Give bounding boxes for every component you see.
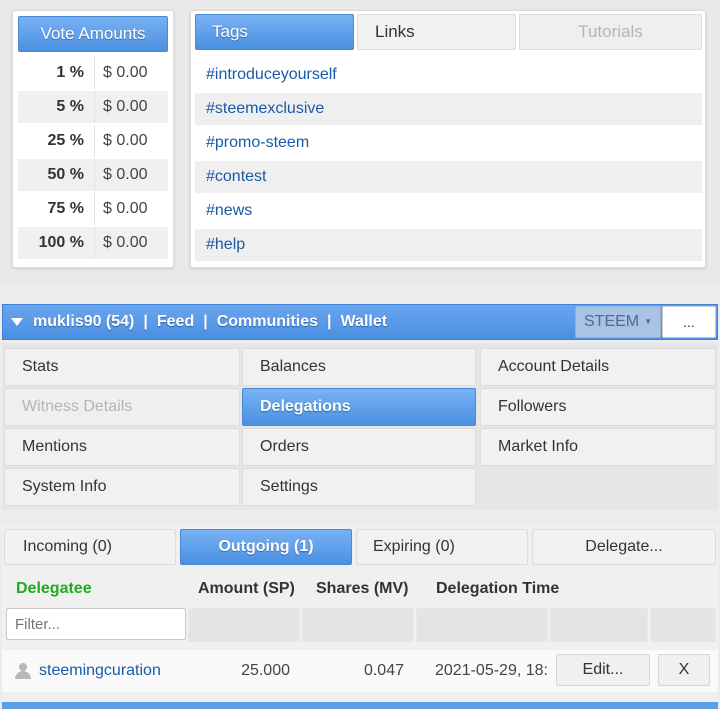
vote-row: 100 % $ 0.00 [18,227,168,259]
tag-link[interactable]: #steemexclusive [195,93,702,125]
vote-percent: 1 % [18,57,95,89]
amount-cell: 25.000 [241,662,290,679]
bottom-bar [2,702,718,709]
tag-link[interactable]: #promo-steem [195,127,702,159]
tab-tutorials: Tutorials [519,14,702,50]
tab-outgoing[interactable]: Outgoing (1) [180,529,352,565]
tab-links[interactable]: Links [357,14,516,50]
delegatee-link[interactable]: steemingcuration [39,650,161,692]
vote-amount: $ 0.00 [103,132,148,149]
account-user-link[interactable]: muklis90 (54) [33,313,134,331]
vote-percent: 50 % [18,159,95,191]
menu-stats[interactable]: Stats [4,348,240,386]
vote-row: 25 % $ 0.00 [18,125,168,157]
delegation-time-cell: 2021-05-29, 18: [435,662,547,679]
column-header-amount[interactable]: Amount (SP) [198,569,295,609]
filter-cell [650,608,716,642]
vote-amount: $ 0.00 [103,234,148,251]
vote-row: 75 % $ 0.00 [18,193,168,225]
table-row: steemingcuration 25.000 0.047 2021-05-29… [2,650,718,692]
dropdown-triangle-icon[interactable] [11,318,23,326]
menu-mentions[interactable]: Mentions [4,428,240,466]
vote-percent: 100 % [18,227,95,259]
vote-amount: $ 0.00 [103,200,148,217]
separator: | [203,313,208,330]
column-header-delegatee[interactable]: Delegatee [16,569,92,609]
vote-row: 5 % $ 0.00 [18,91,168,123]
filter-cell [188,608,300,642]
feed-link[interactable]: Feed [157,313,194,331]
menu-orders[interactable]: Orders [242,428,476,466]
more-button[interactable]: ... [662,306,716,338]
menu-settings[interactable]: Settings [242,468,476,506]
vote-amounts-title: Vote Amounts [18,16,168,52]
currency-select-value: STEEM [584,313,640,330]
filter-cell [550,608,648,642]
tag-link[interactable]: #news [195,195,702,227]
shares-cell: 0.047 [363,662,404,679]
tab-delegate[interactable]: Delegate... [532,529,716,565]
filter-cell [416,608,548,642]
menu-account-details[interactable]: Account Details [480,348,716,386]
select-arrow-icon: ▼ [644,317,652,326]
top-area: Vote Amounts 1 % $ 0.00 5 % $ 0.00 25 % … [0,0,720,286]
menu-followers[interactable]: Followers [480,388,716,426]
vote-percent: 25 % [18,125,95,157]
vote-amount: $ 0.00 [103,166,148,183]
account-menu: Stats Balances Account Details Witness D… [2,343,718,510]
separator: | [143,313,148,330]
tag-link[interactable]: #contest [195,161,702,193]
vote-row: 1 % $ 0.00 [18,57,168,89]
remove-button[interactable]: X [658,654,710,686]
user-icon [15,663,31,679]
account-bar: muklis90 (54) | Feed | Communities | Wal… [2,304,718,340]
column-header-delegation-time[interactable]: Delegation Time [436,569,559,609]
vote-amount: $ 0.00 [103,64,148,81]
wallet-link[interactable]: Wallet [341,313,388,331]
edit-button[interactable]: Edit... [556,654,650,686]
tab-expiring[interactable]: Expiring (0) [356,529,528,565]
vote-percent: 75 % [18,193,95,225]
filter-input[interactable] [6,608,186,640]
tag-link[interactable]: #help [195,229,702,261]
menu-market-info[interactable]: Market Info [480,428,716,466]
filter-cell [302,608,414,642]
delegations-section: Incoming (0) Outgoing (1) Expiring (0) D… [2,524,718,709]
separator: | [327,313,332,330]
tags-panel: Tags Links Tutorials #introduceyourself … [190,10,706,268]
menu-witness-details: Witness Details [4,388,240,426]
communities-link[interactable]: Communities [217,313,318,331]
vote-amounts-panel: Vote Amounts 1 % $ 0.00 5 % $ 0.00 25 % … [12,10,174,268]
menu-balances[interactable]: Balances [242,348,476,386]
vote-percent: 5 % [18,91,95,123]
tab-incoming[interactable]: Incoming (0) [4,529,176,565]
tag-link[interactable]: #introduceyourself [195,59,702,91]
menu-delegations[interactable]: Delegations [242,388,476,426]
vote-row: 50 % $ 0.00 [18,159,168,191]
vote-amount: $ 0.00 [103,98,148,115]
currency-select[interactable]: STEEM ▼ [575,306,661,338]
column-header-shares[interactable]: Shares (MV) [316,569,408,609]
tab-tags[interactable]: Tags [195,14,354,50]
menu-system-info[interactable]: System Info [4,468,240,506]
